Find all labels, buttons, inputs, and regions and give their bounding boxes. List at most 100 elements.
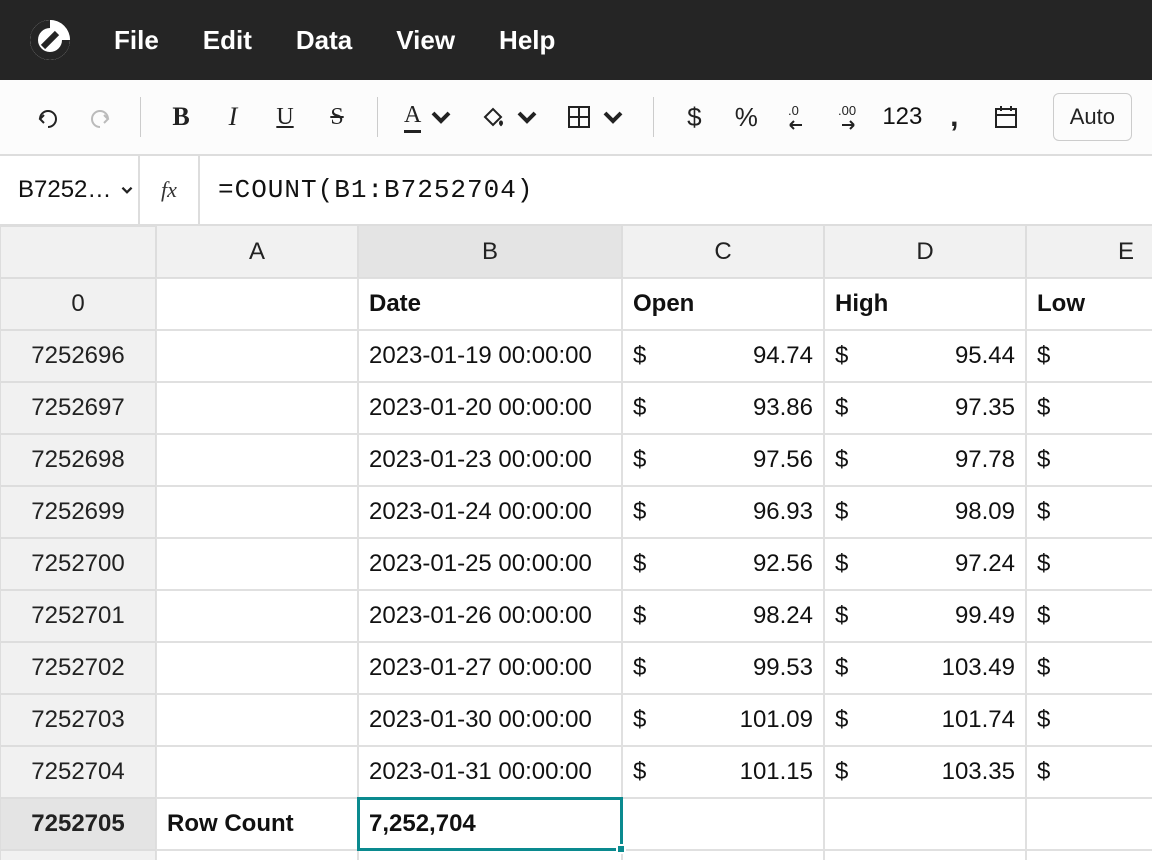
cell[interactable]: 2023-01-23 00:00:00	[358, 434, 622, 486]
row-header[interactable]: 7252704	[0, 746, 156, 798]
italic-button[interactable]: I	[219, 103, 247, 131]
cell[interactable]: $92.56	[622, 538, 824, 590]
currency-format-button[interactable]: $	[680, 103, 708, 131]
row-header[interactable]: 7252698	[0, 434, 156, 486]
cell[interactable]: $	[1026, 486, 1152, 538]
cell[interactable]: $	[1026, 590, 1152, 642]
row-header[interactable]: 7252705	[0, 798, 156, 850]
menu-edit[interactable]: Edit	[203, 25, 252, 56]
cell[interactable]: $	[1026, 382, 1152, 434]
cell[interactable]	[622, 850, 824, 860]
cell[interactable]: $103.35	[824, 746, 1026, 798]
cell[interactable]	[156, 850, 358, 860]
cell[interactable]: $	[1026, 694, 1152, 746]
cell[interactable]	[156, 590, 358, 642]
strikethrough-button[interactable]: S	[323, 103, 351, 131]
cell[interactable]	[156, 330, 358, 382]
redo-button[interactable]	[86, 103, 114, 131]
row-header[interactable]: 7252699	[0, 486, 156, 538]
cell[interactable]	[358, 850, 622, 860]
fill-color-button[interactable]	[479, 103, 541, 131]
cell[interactable]: 2023-01-20 00:00:00	[358, 382, 622, 434]
cell[interactable]: $99.53	[622, 642, 824, 694]
cell[interactable]: Row Count	[156, 798, 358, 850]
percent-format-button[interactable]: %	[732, 103, 760, 131]
cell[interactable]: 2023-01-19 00:00:00	[358, 330, 622, 382]
cell[interactable]: 2023-01-27 00:00:00	[358, 642, 622, 694]
cell[interactable]: 2023-01-26 00:00:00	[358, 590, 622, 642]
comma-format-button[interactable]: ,	[940, 103, 968, 131]
cell[interactable]	[156, 486, 358, 538]
row-header[interactable]: 7252701	[0, 590, 156, 642]
col-header-E[interactable]: E	[1026, 226, 1152, 278]
cell[interactable]	[1026, 798, 1152, 850]
col-header-D[interactable]: D	[824, 226, 1026, 278]
cell[interactable]	[156, 278, 358, 330]
cell[interactable]	[824, 850, 1026, 860]
cell-selected[interactable]: 7,252,704	[358, 798, 622, 850]
cell[interactable]: $97.24	[824, 538, 1026, 590]
cell[interactable]: $	[1026, 330, 1152, 382]
cell[interactable]: $	[1026, 434, 1152, 486]
cell[interactable]: $103.49	[824, 642, 1026, 694]
col-header-B[interactable]: B	[358, 226, 622, 278]
cell[interactable]: $	[1026, 746, 1152, 798]
cell[interactable]: $95.44	[824, 330, 1026, 382]
row-header[interactable]	[0, 850, 156, 860]
row-header[interactable]: 7252697	[0, 382, 156, 434]
cell[interactable]: 2023-01-31 00:00:00	[358, 746, 622, 798]
cell[interactable]: $101.09	[622, 694, 824, 746]
cell[interactable]	[156, 694, 358, 746]
cell[interactable]: $97.35	[824, 382, 1026, 434]
cell[interactable]: $97.56	[622, 434, 824, 486]
row-header[interactable]: 7252700	[0, 538, 156, 590]
text-color-button[interactable]: A	[404, 103, 455, 131]
row-header[interactable]: 7252702	[0, 642, 156, 694]
auto-button[interactable]: Auto	[1053, 93, 1132, 141]
bold-button[interactable]: B	[167, 103, 195, 131]
underline-button[interactable]: U	[271, 103, 299, 131]
increase-decimal-button[interactable]: .00	[836, 103, 864, 131]
cell[interactable]: Low	[1026, 278, 1152, 330]
cell[interactable]	[156, 538, 358, 590]
cell[interactable]: $97.78	[824, 434, 1026, 486]
cell[interactable]: 2023-01-30 00:00:00	[358, 694, 622, 746]
menu-file[interactable]: File	[114, 25, 159, 56]
menu-data[interactable]: Data	[296, 25, 352, 56]
cell[interactable]: Open	[622, 278, 824, 330]
formula-input[interactable]: =COUNT(B1:B7252704)	[200, 175, 1152, 205]
row-header[interactable]: 0	[0, 278, 156, 330]
cell[interactable]: $	[1026, 538, 1152, 590]
date-format-button[interactable]	[992, 103, 1020, 131]
cell[interactable]: High	[824, 278, 1026, 330]
undo-button[interactable]	[34, 103, 62, 131]
cell[interactable]	[156, 434, 358, 486]
cell[interactable]: $98.09	[824, 486, 1026, 538]
cell[interactable]: $94.74	[622, 330, 824, 382]
cell[interactable]	[156, 746, 358, 798]
menu-view[interactable]: View	[396, 25, 455, 56]
decrease-decimal-button[interactable]: .0	[784, 103, 812, 131]
row-header[interactable]: 7252696	[0, 330, 156, 382]
grid-corner[interactable]	[0, 226, 156, 278]
cell[interactable]: $99.49	[824, 590, 1026, 642]
col-header-A[interactable]: A	[156, 226, 358, 278]
menu-help[interactable]: Help	[499, 25, 555, 56]
cell[interactable]: Date	[358, 278, 622, 330]
cell[interactable]: 2023-01-24 00:00:00	[358, 486, 622, 538]
cell[interactable]: $101.74	[824, 694, 1026, 746]
number-format-button[interactable]: 123	[888, 103, 916, 131]
cell[interactable]	[824, 798, 1026, 850]
cell[interactable]: $98.24	[622, 590, 824, 642]
cell[interactable]: $96.93	[622, 486, 824, 538]
cell-reference-box[interactable]: B7252…	[0, 156, 140, 224]
col-header-C[interactable]: C	[622, 226, 824, 278]
cell[interactable]: $101.15	[622, 746, 824, 798]
cell[interactable]	[622, 798, 824, 850]
row-header[interactable]: 7252703	[0, 694, 156, 746]
cell[interactable]	[156, 642, 358, 694]
cell[interactable]: 2023-01-25 00:00:00	[358, 538, 622, 590]
borders-button[interactable]	[565, 103, 627, 131]
cell[interactable]: $	[1026, 642, 1152, 694]
cell[interactable]: $93.86	[622, 382, 824, 434]
